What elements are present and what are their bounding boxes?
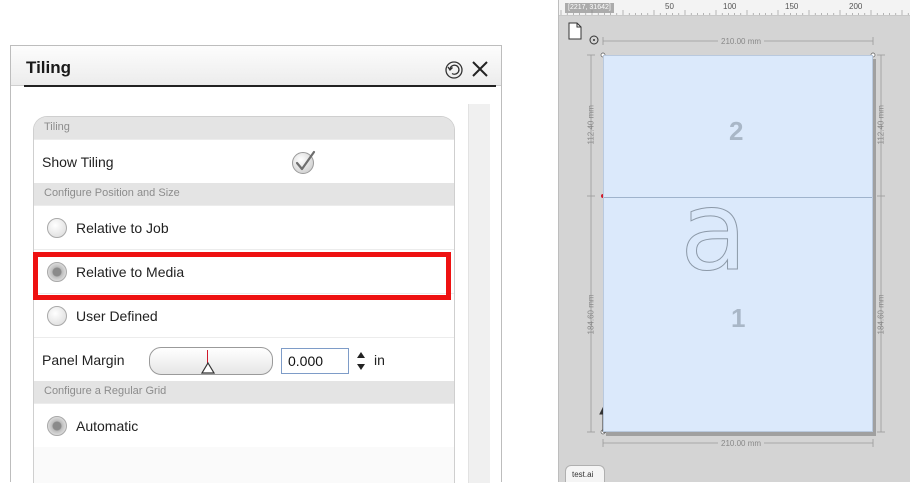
close-icon[interactable]	[471, 60, 489, 78]
section-header-position: Configure Position and Size	[34, 183, 454, 205]
media-page[interactable]: 2 a 1	[603, 55, 873, 432]
panel-title: Tiling	[26, 58, 72, 77]
highlight-annotation	[33, 252, 451, 300]
section-header-tiling: Tiling	[34, 117, 454, 139]
artwork-glyph[interactable]: a	[679, 176, 747, 287]
document-canvas[interactable]: [2217, 31642] 50 100 150 200 210.00 mm 2…	[558, 0, 910, 482]
file-tab[interactable]: test.ai	[565, 465, 605, 482]
tile-number-1: 1	[731, 303, 746, 333]
relative-to-job-row[interactable]: Relative to Job	[34, 205, 454, 249]
dimension-label-width-top: 210.00 mm	[718, 37, 765, 46]
panel-margin-stepper[interactable]	[355, 348, 367, 374]
show-tiling-row: Show Tiling	[34, 139, 454, 183]
user-defined-label: User Defined	[76, 308, 158, 324]
dimension-label-tile2-left: 112.40 mm	[586, 105, 596, 145]
user-defined-radio[interactable]	[47, 306, 67, 326]
vertical-scrollbar[interactable]	[468, 104, 490, 483]
show-tiling-label: Show Tiling	[42, 154, 114, 170]
show-tiling-checkbox[interactable]	[290, 149, 318, 175]
tile-number-2: 2	[729, 116, 744, 146]
unit-label: in	[374, 352, 385, 368]
dimension-label-width-bottom: 210.00 mm	[718, 439, 765, 448]
automatic-label: Automatic	[76, 418, 139, 434]
dimension-label-tile1-left: 184.60 mm	[586, 294, 596, 335]
reset-icon[interactable]	[444, 60, 464, 80]
automatic-row[interactable]: Automatic	[34, 403, 454, 447]
automatic-radio[interactable]	[47, 416, 67, 436]
relative-to-job-radio[interactable]	[47, 218, 67, 238]
panel-header: Tiling	[11, 46, 501, 86]
slider-thumb-icon[interactable]	[201, 362, 215, 374]
section-header-grid: Configure a Regular Grid	[34, 381, 454, 403]
title-underline	[24, 85, 496, 87]
panel-margin-row: Panel Margin in	[34, 337, 454, 381]
panel-margin-slider[interactable]	[149, 347, 273, 375]
dimension-label-tile2-right: 112.40 mm	[876, 105, 886, 145]
panel-margin-input[interactable]	[281, 348, 349, 374]
panel-margin-label: Panel Margin	[42, 352, 125, 368]
relative-to-job-label: Relative to Job	[76, 220, 169, 236]
dimension-label-tile1-right: 184.60 mm	[876, 294, 886, 335]
